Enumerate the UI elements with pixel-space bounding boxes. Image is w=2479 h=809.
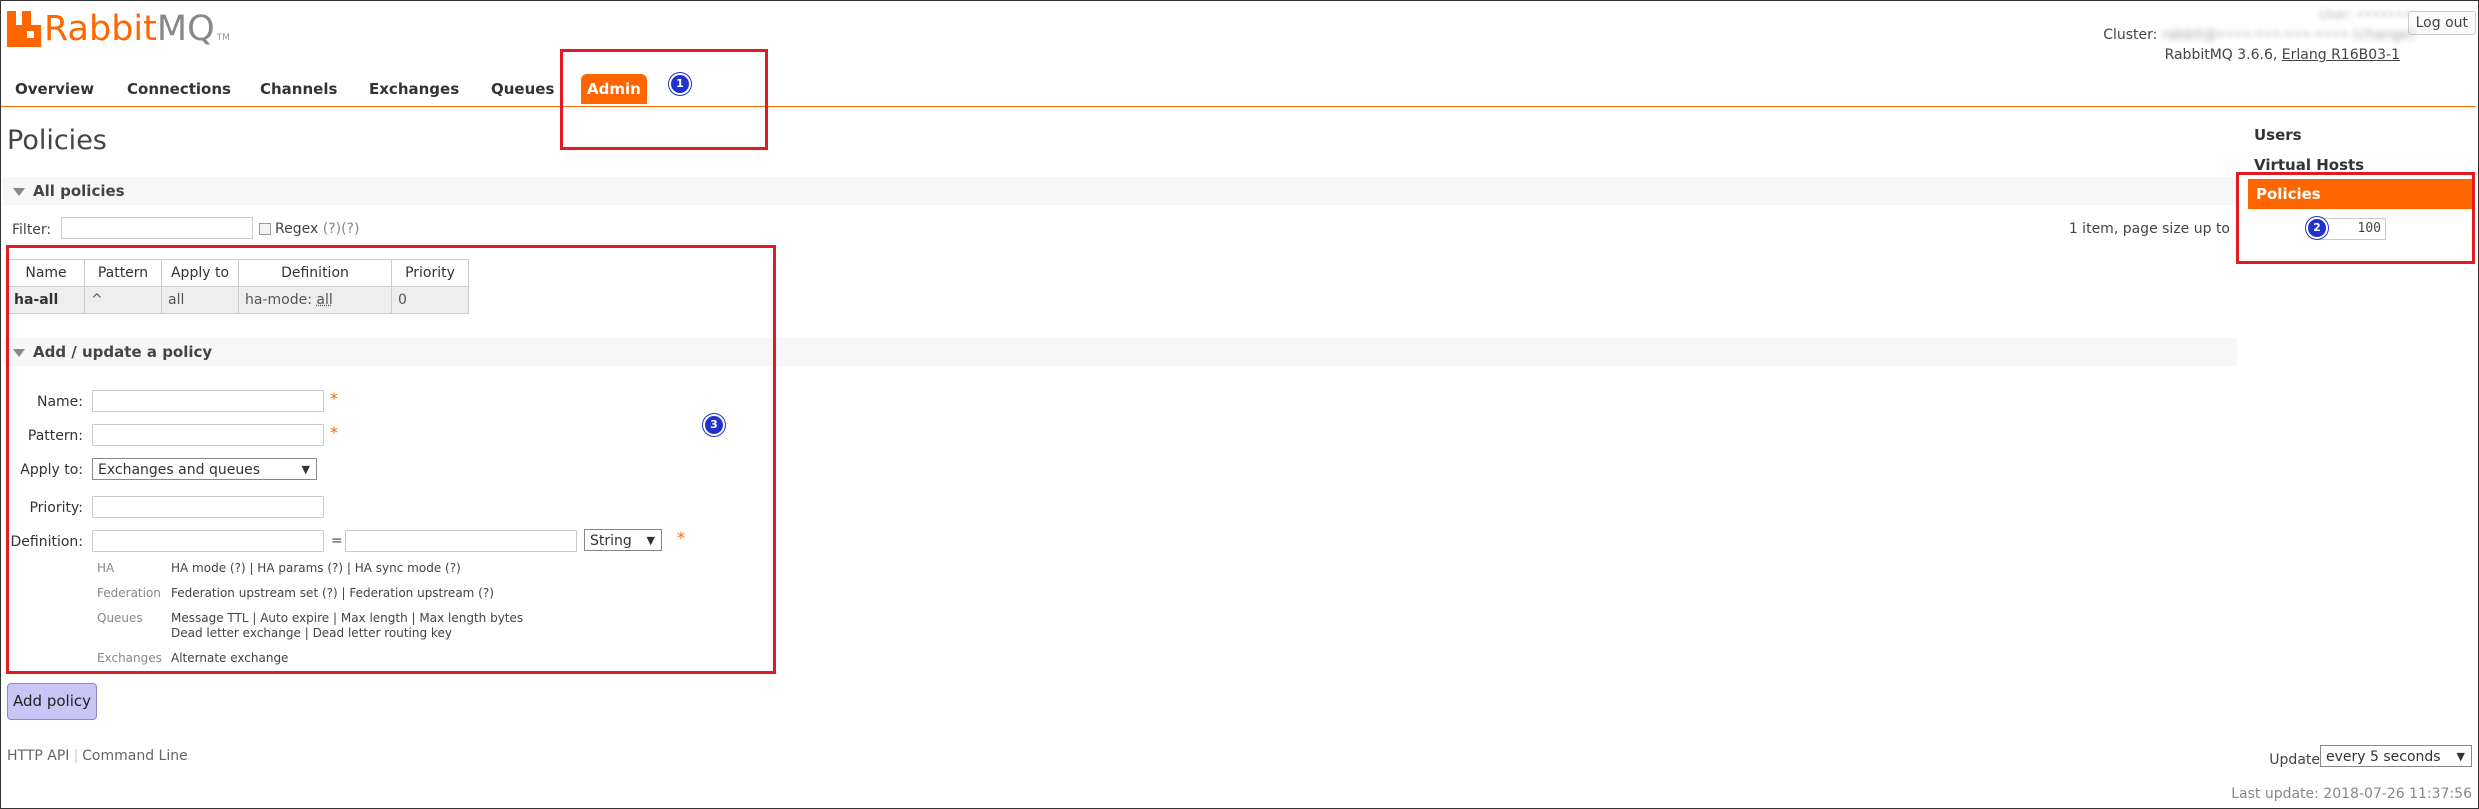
user-info: User: •••••••• [2318, 8, 2418, 23]
tab-queues[interactable]: Queues [485, 74, 560, 104]
dropdown-arrow-icon: ▼ [2456, 750, 2465, 763]
rabbitmq-version: RabbitMQ 3.6.6, [2164, 47, 2278, 63]
erlang-version: Erlang R16B03-1 [2281, 47, 2400, 63]
logo-text: Rabbit [44, 9, 157, 49]
main-nav: Overview Connections Channels Exchanges … [1, 74, 2476, 107]
tab-exchanges[interactable]: Exchanges [363, 74, 465, 104]
pagination-info: 1 item, page size up to [2068, 221, 2230, 237]
update-interval-value: every 5 seconds [2326, 749, 2441, 765]
rabbit-logo-icon [7, 11, 41, 47]
filter-input[interactable] [61, 217, 253, 239]
regex-label: Regex (?)(?) [275, 221, 359, 237]
update-label: Update [2269, 752, 2320, 768]
cluster-info: Cluster: rabbit@••••-•••-•••-•••• (chang… [2103, 27, 2415, 43]
cluster-label: Cluster: [2103, 27, 2158, 43]
logout-button[interactable]: Log out [2407, 11, 2476, 35]
tab-channels[interactable]: Channels [254, 74, 343, 104]
filter-label: Filter: [12, 222, 52, 238]
footer-links: HTTP API | Command Line [7, 748, 188, 764]
update-interval-select[interactable]: every 5 seconds ▼ [2320, 745, 2472, 767]
tab-overview[interactable]: Overview [9, 74, 100, 104]
cluster-name[interactable]: rabbit@••••-•••-•••-•••• (change) [2162, 27, 2415, 43]
http-api-link[interactable]: HTTP API [7, 748, 69, 764]
logo-trademark: TM [216, 33, 230, 43]
annotation-marker-2: 2 [2308, 219, 2326, 237]
annotation-marker-1: 1 [671, 75, 689, 93]
collapse-triangle-icon [13, 187, 25, 196]
last-update-timestamp: Last update: 2018-07-26 11:37:56 [2231, 786, 2472, 802]
logo-text-accent: MQ [156, 9, 215, 49]
page-title: Policies [7, 125, 107, 156]
tab-connections[interactable]: Connections [121, 74, 237, 104]
rabbitmq-logo: RabbitMQ TM [7, 9, 230, 49]
sidebar-item-users[interactable]: Users [2254, 126, 2302, 144]
annotation-box-admin [560, 49, 768, 150]
all-policies-title: All policies [33, 182, 125, 200]
regex-text: Regex [275, 221, 319, 237]
command-line-link[interactable]: Command Line [82, 748, 188, 764]
annotation-box-policies [2236, 172, 2475, 264]
version-info: RabbitMQ 3.6.6, Erlang R16B03-1 [2165, 47, 2400, 63]
annotation-marker-3: 3 [705, 416, 723, 434]
add-policy-button[interactable]: Add policy [7, 683, 97, 720]
regex-help-link[interactable]: (?)(?) [323, 221, 360, 237]
all-policies-header[interactable]: All policies [3, 177, 2237, 205]
regex-checkbox[interactable] [259, 223, 271, 235]
annotation-box-form [6, 245, 776, 674]
